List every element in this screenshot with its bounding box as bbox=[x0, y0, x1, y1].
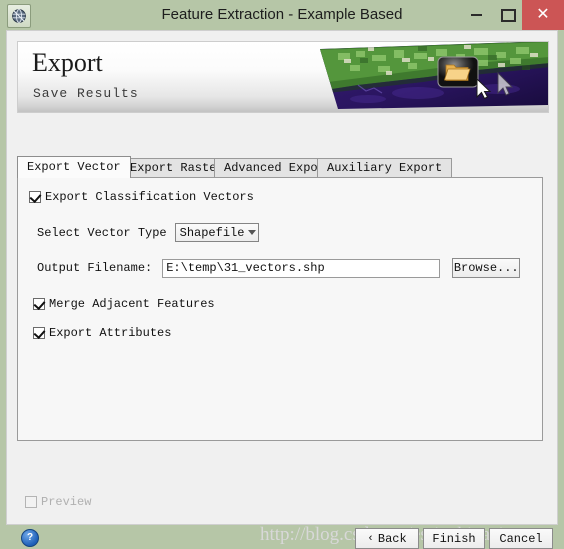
feature-extraction-dialog: Feature Extraction - Example Based ✕ Exp… bbox=[0, 0, 564, 549]
close-button[interactable]: ✕ bbox=[522, 0, 564, 30]
merge-adjacent-features-label: Merge Adjacent Features bbox=[49, 297, 215, 311]
folder-icon-group bbox=[437, 56, 479, 88]
output-filename-row: Output Filename: E:\temp\31_vectors.shp … bbox=[37, 258, 521, 278]
export-attributes-label: Export Attributes bbox=[49, 326, 172, 340]
browse-button[interactable]: Browse... bbox=[452, 258, 521, 278]
page-subtitle: Save Results bbox=[33, 86, 139, 101]
vector-type-row: Select Vector Type Shapefile bbox=[37, 223, 259, 242]
minimize-icon bbox=[470, 14, 482, 16]
back-button-label: Back bbox=[377, 531, 407, 546]
page-banner: Export Save Results bbox=[17, 41, 549, 113]
page-title: Export bbox=[32, 48, 103, 77]
help-icon[interactable]: ? bbox=[21, 529, 39, 547]
export-classification-vectors-checkbox[interactable] bbox=[29, 191, 41, 203]
finish-button[interactable]: Finish bbox=[423, 528, 485, 549]
help-icon-glyph: ? bbox=[26, 532, 34, 543]
title-bar: Feature Extraction - Example Based ✕ bbox=[0, 0, 564, 30]
preview-label: Preview bbox=[41, 495, 92, 509]
back-button[interactable]: ‹ Back bbox=[355, 528, 419, 549]
dialog-client-area: Export Save Results Export Vector Export… bbox=[6, 30, 558, 549]
merge-adjacent-features-row[interactable]: Merge Adjacent Features bbox=[33, 297, 215, 311]
maximize-icon bbox=[500, 8, 516, 22]
vector-type-value: Shapefile bbox=[179, 225, 245, 240]
output-filename-input[interactable]: E:\temp\31_vectors.shp bbox=[162, 258, 441, 278]
preview-row: Preview bbox=[25, 495, 91, 509]
vector-type-select[interactable]: Shapefile bbox=[174, 223, 259, 242]
banner-satellite-image bbox=[298, 42, 548, 112]
tab-export-vector[interactable]: Export Vector bbox=[17, 156, 131, 178]
merge-adjacent-features-checkbox[interactable] bbox=[33, 298, 45, 310]
tab-auxiliary-export[interactable]: Auxiliary Export bbox=[317, 158, 453, 178]
export-classification-vectors-row[interactable]: Export Classification Vectors bbox=[29, 190, 254, 204]
output-filename-label: Output Filename: bbox=[37, 261, 153, 275]
preview-checkbox bbox=[25, 496, 37, 508]
minimize-button[interactable] bbox=[462, 0, 490, 30]
export-attributes-row[interactable]: Export Attributes bbox=[33, 326, 171, 340]
close-icon: ✕ bbox=[536, 6, 550, 23]
chevron-down-icon bbox=[248, 230, 257, 235]
vector-type-label: Select Vector Type bbox=[37, 225, 167, 240]
cancel-button[interactable]: Cancel bbox=[489, 528, 553, 549]
export-attributes-checkbox[interactable] bbox=[33, 327, 45, 339]
chevron-left-icon: ‹ bbox=[367, 532, 374, 545]
export-classification-vectors-label: Export Classification Vectors bbox=[45, 190, 254, 204]
maximize-button[interactable] bbox=[494, 0, 522, 30]
